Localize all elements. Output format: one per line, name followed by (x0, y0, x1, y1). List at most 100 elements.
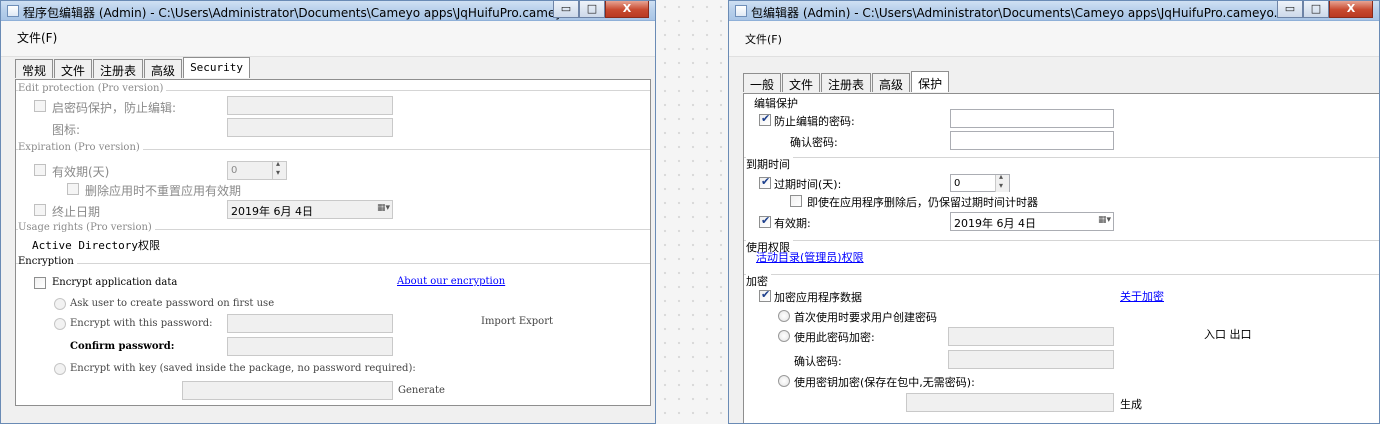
icon-label: 图标: (52, 123, 81, 137)
minimize-icon: ▭ (560, 2, 572, 15)
window-title: 程序包编辑器 (Admin) - C:\Users\Administrator\… (23, 6, 585, 20)
encrypt-password-radio[interactable] (778, 330, 790, 342)
end-date-checkbox[interactable] (34, 204, 46, 216)
section-title: Encryption (18, 256, 77, 267)
window-controls: ▭ □ X (553, 1, 649, 19)
valid-date-picker[interactable]: 2019年 6月 4日 ▦▾ (950, 212, 1114, 231)
package-editor-window-right: 包编辑器 (Admin) - C:\Users\Administrator\Do… (728, 0, 1380, 424)
package-editor-window-left: 程序包编辑器 (Admin) - C:\Users\Administrator\… (0, 0, 656, 424)
confirm-label: 确认密码: (790, 136, 838, 149)
window-controls: ▭ □ X (1277, 1, 1373, 19)
valid-date-checkbox[interactable] (759, 214, 771, 228)
spin-arrows-icon[interactable] (995, 172, 1009, 192)
maximize-icon: □ (586, 2, 598, 15)
end-date-label: 终止日期 (52, 205, 101, 219)
app-icon (7, 5, 19, 17)
ask-user-radio[interactable] (778, 310, 790, 322)
encrypt-password-input[interactable] (948, 327, 1114, 346)
close-icon: X (1346, 2, 1356, 15)
close-icon: X (622, 2, 632, 15)
tab-files[interactable]: 文件 (782, 73, 821, 92)
confirm-password-label: Confirm password: (70, 341, 175, 352)
encrypt-password-label: 使用此密码加密: (794, 331, 875, 344)
section-title: 加密 (746, 273, 771, 289)
key-input[interactable] (906, 393, 1114, 412)
icon-input[interactable] (227, 118, 393, 137)
ask-user-radio[interactable] (54, 298, 66, 310)
maximize-button[interactable]: □ (579, 1, 605, 18)
about-encryption-link[interactable]: 关于加密 (1120, 288, 1164, 304)
spin-arrows-icon[interactable] (272, 159, 286, 179)
minimize-button[interactable]: ▭ (553, 1, 579, 18)
section-title: Expiration (Pro version) (18, 142, 143, 153)
keep-timer-checkbox[interactable] (790, 195, 802, 207)
tab-general[interactable]: 常规 (15, 59, 54, 78)
title-bar[interactable]: 程序包编辑器 (Admin) - C:\Users\Administrator\… (1, 1, 655, 21)
encrypt-data-checkbox[interactable] (759, 288, 771, 302)
tab-advanced[interactable]: 高级 (872, 73, 911, 92)
usage-rights-section: Usage rights (Pro version) (16, 222, 650, 233)
expiration-days-spinner[interactable]: 0 (950, 172, 1010, 192)
title-bar[interactable]: 包编辑器 (Admin) - C:\Users\Administrator\Do… (729, 1, 1379, 21)
active-directory-label: Active Directory权限 (32, 239, 160, 252)
tab-security[interactable]: Security (183, 57, 251, 78)
edit-password-input[interactable] (227, 96, 393, 115)
tab-advanced[interactable]: 高级 (144, 59, 183, 78)
password-protect-label: 启密码保护，防止编辑: (52, 101, 177, 115)
generate-button[interactable]: 生成 (1120, 396, 1142, 412)
encrypt-key-radio[interactable] (778, 375, 790, 387)
password-protect-checkbox[interactable] (34, 100, 46, 112)
expiration-days-checkbox[interactable] (34, 164, 46, 176)
active-directory-link[interactable]: 活动目录(管理员)权限 (756, 249, 864, 265)
confirm-password-label: 确认密码: (794, 355, 842, 368)
encrypt-data-label: Encrypt application data (52, 277, 178, 288)
confirm-password-input[interactable] (227, 337, 393, 356)
encrypt-key-label: Encrypt with key (saved inside the packa… (70, 363, 416, 374)
import-export-label[interactable]: 入口 出口 (1204, 326, 1252, 342)
menu-bar: 文件(F) (729, 21, 1379, 57)
close-button[interactable]: X (1329, 1, 1373, 18)
key-input[interactable] (182, 381, 393, 400)
import-export-label[interactable]: Import Export (481, 316, 553, 327)
generate-button[interactable]: Generate (398, 385, 445, 396)
about-encryption-link[interactable]: About our encryption (397, 276, 505, 287)
expiration-days-checkbox[interactable] (759, 175, 771, 189)
tab-strip: 一般 文件 注册表 高级 保护 (743, 71, 950, 93)
tab-protection[interactable]: 保护 (911, 71, 950, 92)
menu-file[interactable]: 文件(F) (17, 29, 57, 46)
menu-file[interactable]: 文件(F) (745, 31, 782, 47)
tab-registry[interactable]: 注册表 (821, 73, 872, 92)
encryption-section: Encryption (16, 256, 650, 267)
encrypt-key-radio[interactable] (54, 363, 66, 375)
calendar-dropdown-icon[interactable]: ▦▾ (366, 203, 390, 217)
confirm-password-input[interactable] (948, 350, 1114, 369)
maximize-button[interactable]: □ (1303, 1, 1329, 18)
edit-protection-title: 编辑保护 (754, 97, 798, 110)
calendar-dropdown-icon[interactable]: ▦▾ (1087, 215, 1111, 229)
security-panel: Edit protection (Pro version) 启密码保护，防止编辑… (15, 79, 651, 406)
edit-password-label: 防止编辑的密码: (774, 115, 855, 128)
encrypt-data-checkbox[interactable] (34, 277, 46, 289)
no-reset-label: 删除应用时不重置应用有效期 (85, 184, 242, 198)
minimize-button[interactable]: ▭ (1277, 1, 1303, 18)
edit-password-input[interactable] (950, 109, 1114, 128)
expiration-section: Expiration (Pro version) (16, 142, 650, 153)
minimize-icon: ▭ (1284, 2, 1296, 15)
spinner-value: 0 (231, 165, 238, 176)
close-button[interactable]: X (605, 1, 649, 18)
spinner-value: 0 (954, 178, 961, 189)
tab-general[interactable]: 一般 (743, 73, 782, 92)
section-title: Usage rights (Pro version) (18, 222, 155, 233)
no-reset-checkbox[interactable] (67, 183, 79, 195)
expiration-days-spinner[interactable]: 0 (227, 159, 287, 180)
encrypt-password-radio[interactable] (54, 318, 66, 330)
tab-registry[interactable]: 注册表 (93, 59, 144, 78)
end-date-picker[interactable]: 2019年 6月 4日 ▦▾ (227, 200, 393, 219)
date-value: 2019年 6月 4日 (954, 217, 1036, 230)
encrypt-password-input[interactable] (227, 314, 393, 333)
edit-password-checkbox[interactable] (759, 112, 771, 126)
tab-files[interactable]: 文件 (54, 59, 93, 78)
maximize-icon: □ (1310, 2, 1322, 15)
confirm-password-input[interactable] (950, 131, 1114, 150)
encrypt-key-label: 使用密钥加密(保存在包中,无需密码): (794, 376, 975, 389)
